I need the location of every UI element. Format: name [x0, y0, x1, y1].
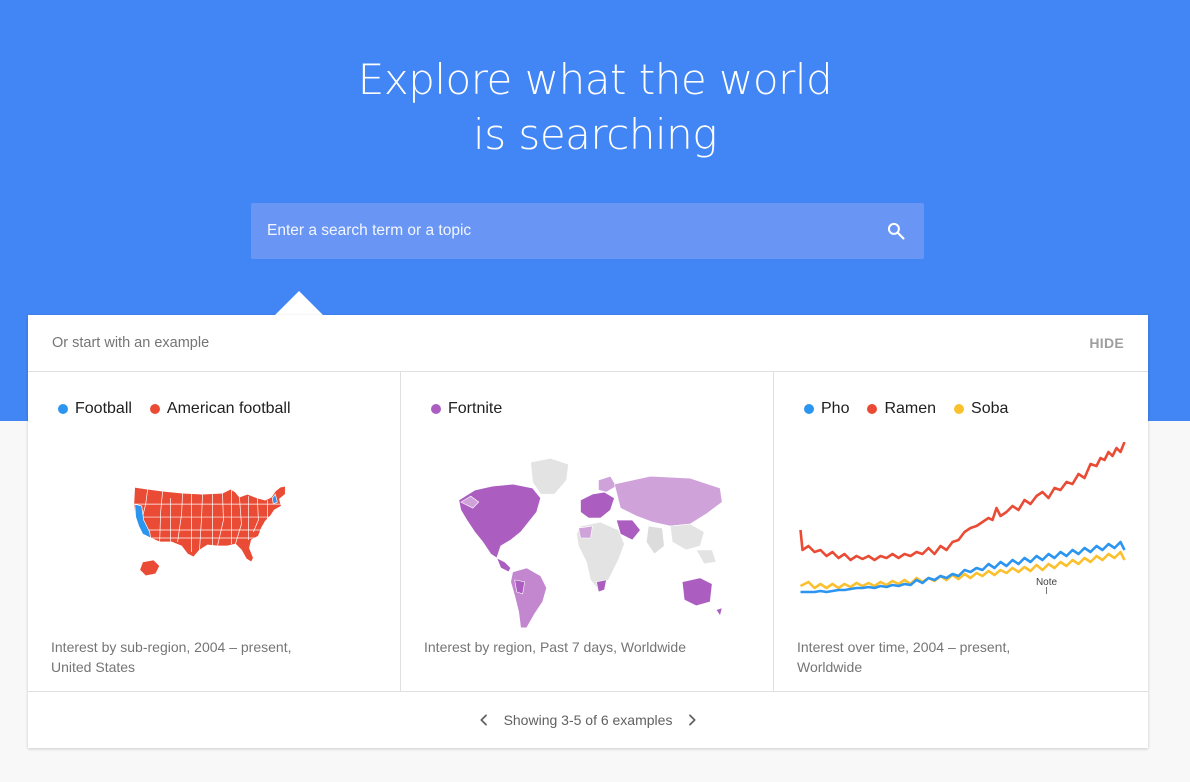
- us-map-icon: [133, 485, 286, 577]
- search-bar[interactable]: [251, 203, 924, 259]
- legend-entry: Pho: [804, 400, 849, 418]
- examples-header: Or start with an example HIDE: [28, 315, 1148, 372]
- title-line-2: is searching: [473, 110, 717, 159]
- chevron-right-icon: [689, 714, 696, 726]
- legend-dot-icon: [867, 404, 878, 414]
- legend-dot-icon: [58, 404, 68, 414]
- card-legend: Fortnite: [431, 400, 520, 418]
- legend-entry: Ramen: [867, 400, 936, 418]
- next-page-button[interactable]: [680, 708, 704, 732]
- legend-dot-icon: [804, 404, 814, 414]
- legend-dot-icon: [149, 404, 160, 414]
- pager-text: Showing 3-5 of 6 examples: [503, 712, 673, 728]
- note-label: Note: [1036, 577, 1058, 588]
- interest-over-time-chart: Note: [799, 442, 1126, 594]
- previous-page-button[interactable]: [472, 708, 496, 732]
- title-line-1: Explore what the world: [357, 55, 833, 104]
- example-card-football[interactable]: Football American football Interest by s…: [28, 372, 401, 692]
- chevron-left-icon: [480, 714, 487, 726]
- ramen-series-line: [799, 442, 1126, 562]
- legend-label: Ramen: [884, 400, 937, 417]
- card-caption: Interest over time, 2004 – present, Worl…: [797, 639, 1011, 675]
- hide-button[interactable]: HIDE: [1089, 335, 1124, 351]
- panel-pointer: [275, 291, 323, 315]
- legend-label: Football: [75, 400, 132, 417]
- legend-entry: Soba: [954, 400, 1008, 418]
- pho-series-line: [800, 540, 1126, 594]
- legend-label: American football: [166, 400, 291, 417]
- legend-entry: Fortnite: [431, 400, 502, 418]
- legend-dot-icon: [954, 404, 965, 414]
- examples-pager: Showing 3-5 of 6 examples: [28, 692, 1148, 748]
- world-map-icon: [458, 457, 723, 629]
- legend-label: Soba: [971, 400, 1009, 417]
- page-title: Explore what the world is searching: [0, 52, 1190, 162]
- example-card-fortnite[interactable]: Fortnite Interest by region, Past 7 days…: [401, 372, 774, 692]
- examples-intro-text: Or start with an example: [52, 335, 210, 351]
- legend-entry: American football: [149, 400, 291, 418]
- card-caption: Interest by sub-region, 2004 – present, …: [51, 639, 292, 675]
- example-card-noodles[interactable]: Pho Ramen Soba Note Interest over time, …: [774, 372, 1148, 692]
- examples-panel: Or start with an example HIDE Football A…: [28, 315, 1148, 748]
- legend-entry: Football: [58, 400, 132, 418]
- legend-dot-icon: [431, 404, 441, 414]
- card-legend: Pho Ramen Soba: [804, 400, 1026, 418]
- legend-label: Pho: [821, 400, 850, 417]
- search-icon[interactable]: [884, 219, 908, 243]
- card-legend: Football American football: [58, 400, 309, 418]
- search-input[interactable]: [267, 222, 876, 240]
- card-caption: Interest by region, Past 7 days, Worldwi…: [424, 639, 686, 655]
- example-cards: Football American football Interest by s…: [28, 372, 1148, 692]
- legend-label: Fortnite: [448, 400, 503, 417]
